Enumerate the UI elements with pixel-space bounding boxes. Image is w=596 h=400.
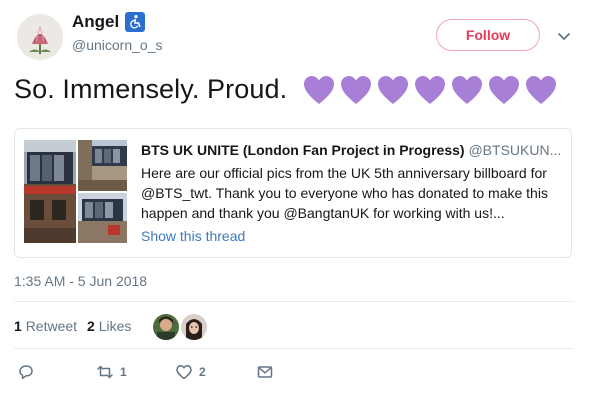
purple-heart-icon <box>452 76 482 104</box>
like-action-count: 2 <box>199 365 206 379</box>
billboard-photo-3[interactable] <box>78 193 127 243</box>
purple-heart-icon <box>526 76 556 104</box>
divider <box>14 301 574 302</box>
like-count: 2 <box>87 318 95 334</box>
retweets-stat[interactable]: 1 Retweet <box>14 318 77 334</box>
chevron-down-icon[interactable] <box>554 26 574 46</box>
likes-stat[interactable]: 2 Likes <box>87 318 131 334</box>
liker-avatar[interactable] <box>180 313 208 341</box>
purple-hearts <box>302 74 558 106</box>
purple-heart-icon <box>378 76 408 104</box>
purple-heart-icon <box>341 76 371 104</box>
quoted-author-handle[interactable]: @BTSUKUN... <box>468 142 561 158</box>
like-stat-label: Likes <box>98 318 132 334</box>
billboard-photo-1[interactable] <box>24 140 76 243</box>
reply-icon <box>19 365 33 380</box>
display-name-text[interactable]: Angel <box>72 12 119 32</box>
show-thread-link[interactable]: Show this thread <box>141 228 245 244</box>
follow-button[interactable]: Follow <box>436 19 540 51</box>
like-button[interactable]: 2 <box>175 363 206 381</box>
engagement-stats: 1 Retweet 2 Likes <box>14 318 131 334</box>
retweet-stat-label: Retweet <box>25 318 78 334</box>
tweet-text: So. Immensely. Proud. <box>14 74 288 104</box>
retweet-count: 1 <box>14 318 22 334</box>
liker-avatar[interactable] <box>152 313 180 341</box>
display-name[interactable]: Angel <box>72 12 146 32</box>
quoted-author[interactable]: BTS UK UNITE (London Fan Project in Prog… <box>141 142 561 158</box>
user-handle[interactable]: @unicorn_o_s <box>72 37 163 53</box>
billboard-photo-2[interactable] <box>78 140 127 191</box>
heart-icon <box>176 365 192 380</box>
direct-message-button[interactable] <box>256 363 274 381</box>
purple-heart-icon <box>304 76 334 104</box>
quoted-tweet-text: Here are our official pics from the UK 5… <box>141 165 548 221</box>
quoted-author-name[interactable]: BTS UK UNITE (London Fan Project in Prog… <box>141 142 465 158</box>
purple-heart-icon <box>489 76 519 104</box>
retweet-action-count: 1 <box>120 365 127 379</box>
purple-heart-icon <box>415 76 445 104</box>
accessibility-icon <box>125 12 146 32</box>
retweet-button[interactable]: 1 <box>96 363 127 381</box>
envelope-icon <box>257 366 273 378</box>
reply-button[interactable] <box>17 363 35 381</box>
retweet-icon <box>97 365 113 379</box>
avatar[interactable] <box>17 14 63 60</box>
divider <box>14 348 574 349</box>
tweet-timestamp[interactable]: 1:35 AM - 5 Jun 2018 <box>14 273 147 289</box>
